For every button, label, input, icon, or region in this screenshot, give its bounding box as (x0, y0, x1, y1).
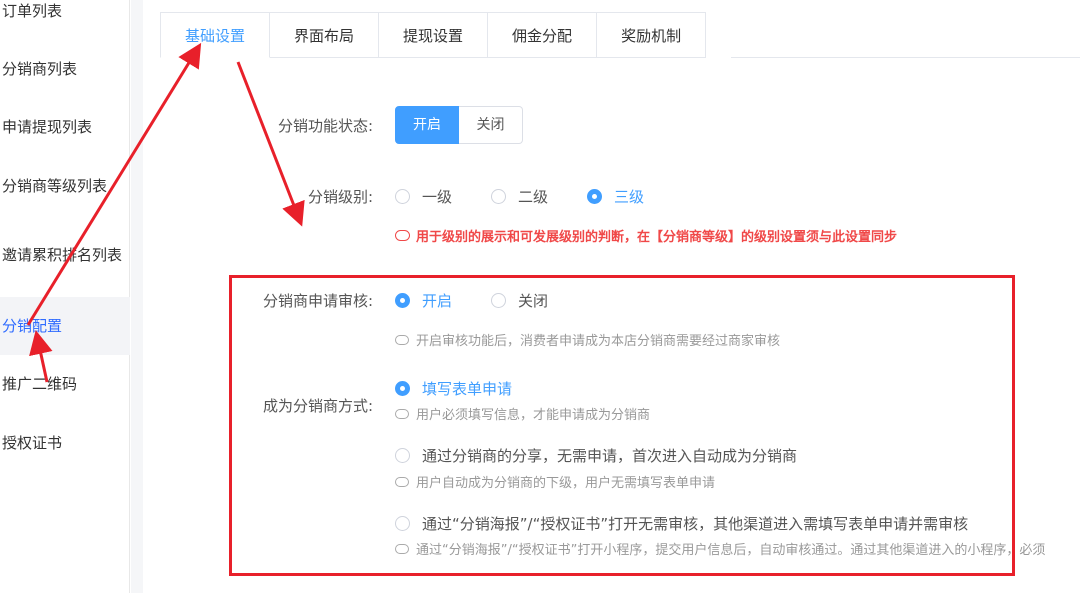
tab-bar: 基础设置 界面布局 提现设置 佣金分配 奖励机制 (160, 12, 707, 58)
radio-circle-icon (395, 189, 410, 204)
level-radio-2[interactable]: 二级 (491, 186, 548, 207)
comment-icon (395, 230, 410, 241)
sidebar-item-orders[interactable]: 订单列表 (0, 0, 130, 40)
sidebar-item-ranking[interactable]: 邀请累积排名列表 (0, 226, 130, 284)
level-radio-3[interactable]: 三级 (587, 186, 644, 207)
status-label: 分销功能状态: (277, 117, 373, 135)
tab-commission[interactable]: 佣金分配 (488, 12, 598, 58)
status-off-button[interactable]: 关闭 (459, 106, 523, 144)
radio-checked-icon (587, 189, 602, 204)
sidebar-item-levels[interactable]: 分销商等级列表 (0, 157, 130, 215)
sidebar: 订单列表 分销商列表 申请提现列表 分销商等级列表 邀请累积排名列表 分销配置 … (0, 0, 130, 593)
sidebar-item-withdrawals[interactable]: 申请提现列表 (0, 98, 130, 156)
level-label: 分销级别: (307, 188, 373, 206)
sidebar-item-certificate[interactable]: 授权证书 (0, 414, 130, 472)
level-radio-1[interactable]: 一级 (395, 186, 452, 207)
tab-layout[interactable]: 界面布局 (270, 12, 380, 58)
sidebar-item-distributors[interactable]: 分销商列表 (0, 40, 130, 98)
tab-withdraw-settings[interactable]: 提现设置 (379, 12, 489, 58)
annotation-highlight-box (229, 275, 1015, 576)
radio-circle-icon (491, 189, 506, 204)
sidebar-item-config[interactable]: 分销配置 (0, 297, 130, 355)
tabs-divider (731, 57, 1080, 58)
tab-rewards[interactable]: 奖励机制 (597, 12, 707, 58)
status-on-button[interactable]: 开启 (395, 106, 459, 144)
level-warning: 用于级别的展示和可发展级别的判断，在【分销商等级】的级别设置须与此设置同步 (395, 226, 897, 245)
tab-basic-settings[interactable]: 基础设置 (160, 12, 271, 58)
content-gutter (131, 0, 143, 593)
sidebar-item-qrcode[interactable]: 推广二维码 (0, 355, 130, 413)
status-toggle: 开启 关闭 (395, 106, 523, 144)
